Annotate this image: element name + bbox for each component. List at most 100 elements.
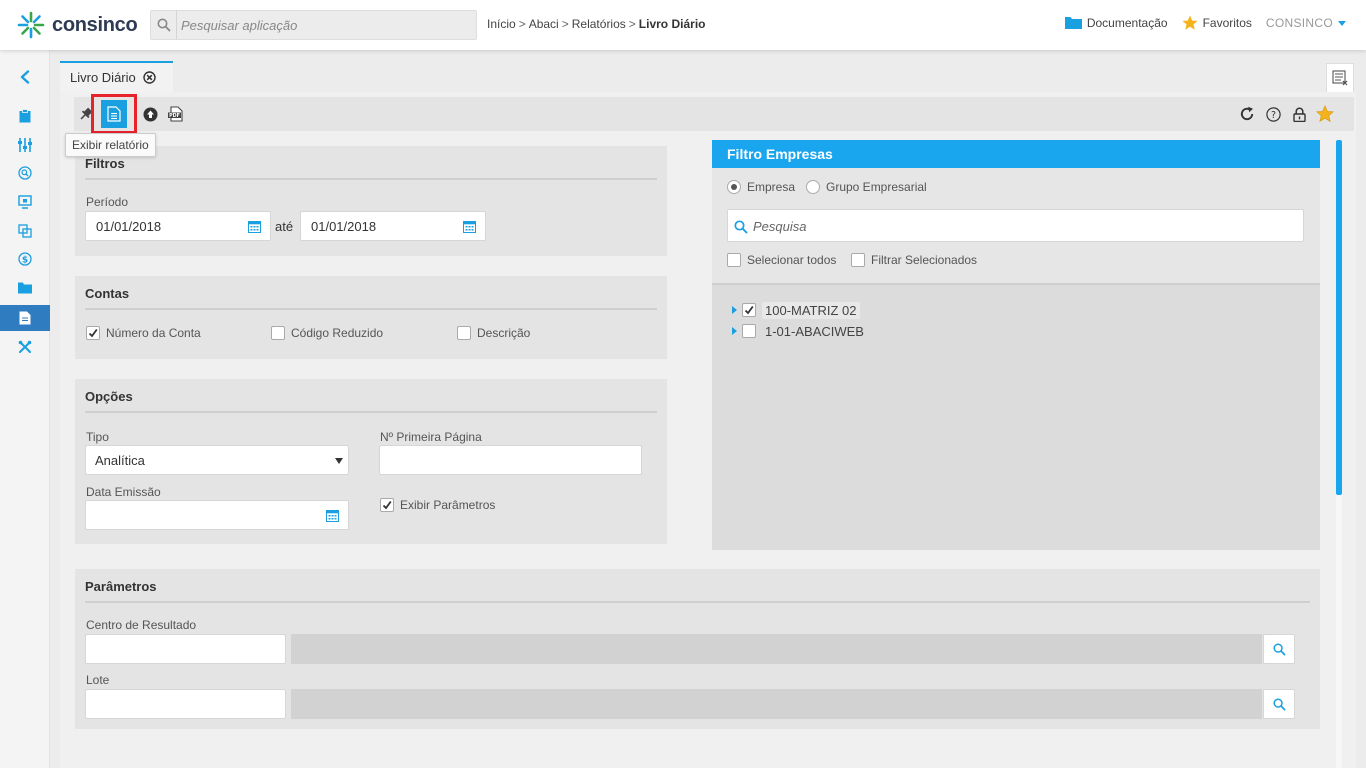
opcoes-panel: Opções Tipo Analítica Nº Primeira Página… xyxy=(75,379,667,544)
documentation-link[interactable]: Documentação xyxy=(1064,16,1168,30)
tree-item-checkbox[interactable] xyxy=(742,324,756,338)
filtro-empresas-panel: Filtro Empresas Empresa Grupo Empresaria… xyxy=(712,140,1320,550)
filtrar-selecionados-checkbox[interactable]: Filtrar Selecionados xyxy=(851,253,977,267)
scrollbar-thumb[interactable] xyxy=(1336,140,1342,495)
scrollbar[interactable] xyxy=(1336,140,1342,768)
descricao-checkbox[interactable]: Descrição xyxy=(457,326,530,340)
report-content: PDF ? Exibir relatório Filtros Período 0… xyxy=(60,92,1356,768)
tree-item[interactable]: 1-01-ABACIWEB xyxy=(732,322,867,340)
top-right-menu: Documentação Favoritos CONSINCO xyxy=(1051,15,1346,31)
user-menu[interactable]: CONSINCO xyxy=(1266,16,1346,30)
data-fim-field[interactable]: 01/01/2018 xyxy=(300,211,486,241)
tree-item-checkbox[interactable] xyxy=(742,303,756,317)
lote-code-field[interactable] xyxy=(85,689,286,719)
sidebar-item-clipboard[interactable] xyxy=(0,103,50,129)
folder-icon xyxy=(1064,17,1082,29)
chevron-down-icon xyxy=(1338,20,1346,26)
lock-button[interactable] xyxy=(1287,97,1311,131)
tree-item[interactable]: 100-MATRIZ 02 xyxy=(732,301,860,319)
empresa-search-input[interactable] xyxy=(753,218,1293,234)
sidebar-item-finance[interactable]: $ xyxy=(0,246,50,272)
radio-empresa[interactable]: Empresa xyxy=(727,180,795,194)
data-emissao-field[interactable] xyxy=(85,500,349,530)
app-search[interactable] xyxy=(150,10,477,40)
sliders-icon xyxy=(18,138,32,152)
document-icon xyxy=(107,106,121,122)
tab-livro-diario[interactable]: Livro Diário xyxy=(60,61,173,92)
upload-icon xyxy=(143,107,157,121)
sidebar-item-reports[interactable] xyxy=(0,305,50,331)
filtros-panel: Filtros Período 01/01/2018 até 01/01/201… xyxy=(75,146,667,256)
favorite-button[interactable] xyxy=(1313,97,1337,131)
calendar-icon[interactable] xyxy=(248,220,261,233)
tooltip: Exibir relatório xyxy=(65,133,156,157)
svg-text:$: $ xyxy=(22,255,28,265)
periodo-label: Período xyxy=(86,195,129,209)
svg-text:PDF: PDF xyxy=(169,113,180,119)
calendar-icon[interactable] xyxy=(326,509,339,522)
upload-button[interactable] xyxy=(138,97,162,131)
sidebar-item-search[interactable] xyxy=(0,160,50,186)
radio-grupo-empresarial[interactable]: Grupo Empresarial xyxy=(806,180,927,194)
show-report-button[interactable] xyxy=(91,94,137,134)
lote-lookup-button[interactable] xyxy=(1263,689,1295,719)
centro-resultado-label: Centro de Resultado xyxy=(86,618,197,632)
consinco-logo-icon xyxy=(17,11,45,39)
data-fim-value: 01/01/2018 xyxy=(311,218,377,234)
dollar-icon: $ xyxy=(18,252,32,266)
clipboard-icon xyxy=(19,109,31,123)
centro-resultado-description xyxy=(291,634,1262,664)
sidebar-item-settings[interactable] xyxy=(0,132,50,158)
check-icon xyxy=(382,500,392,510)
favorites-link[interactable]: Favoritos xyxy=(1181,15,1252,31)
primeira-pagina-field[interactable] xyxy=(379,445,642,475)
sidebar-item-copy[interactable] xyxy=(0,218,50,244)
selecionar-todos-checkbox[interactable]: Selecionar todos xyxy=(727,253,836,267)
sidebar-collapse-button[interactable] xyxy=(0,64,50,90)
search-icon xyxy=(734,220,748,234)
empresa-search[interactable] xyxy=(727,209,1304,242)
exibir-parametros-checkbox[interactable]: Exibir Parâmetros xyxy=(380,498,495,512)
search-icon xyxy=(151,11,177,39)
centro-resultado-code-field[interactable] xyxy=(85,634,286,664)
calendar-icon[interactable] xyxy=(463,220,476,233)
tab-list-button[interactable] xyxy=(1326,63,1354,93)
breadcrumb-item[interactable]: Relatórios xyxy=(572,17,626,31)
top-bar: consinco Início>Abaci>Relatórios>Livro D… xyxy=(0,0,1366,50)
dropdown-arrow-icon xyxy=(335,458,343,464)
lock-icon xyxy=(1292,107,1306,122)
favorites-label: Favoritos xyxy=(1202,16,1252,30)
app-search-input[interactable] xyxy=(181,16,471,34)
monitor-icon xyxy=(18,195,32,209)
breadcrumb-item[interactable]: Início xyxy=(487,17,516,31)
centro-resultado-lookup-button[interactable] xyxy=(1263,634,1295,664)
toolbar: PDF ? xyxy=(74,94,1354,134)
selecionar-todos-label: Selecionar todos xyxy=(747,253,837,267)
numero-conta-checkbox[interactable]: Número da Conta xyxy=(86,326,201,340)
export-pdf-button[interactable]: PDF xyxy=(164,97,188,131)
ate-label: até xyxy=(275,219,294,234)
refresh-icon xyxy=(1240,106,1254,121)
breadcrumb-item[interactable]: Abaci xyxy=(529,17,559,31)
help-button[interactable]: ? xyxy=(1261,97,1285,131)
tipo-select[interactable]: Analítica xyxy=(85,445,349,475)
brand-logo[interactable]: consinco xyxy=(16,10,138,40)
exibir-parametros-label: Exibir Parâmetros xyxy=(400,498,496,512)
codigo-reduzido-checkbox[interactable]: Código Reduzido xyxy=(271,326,383,340)
sidebar-item-monitor[interactable] xyxy=(0,189,50,215)
copy-icon xyxy=(18,224,32,238)
filtros-title: Filtros xyxy=(85,156,125,171)
check-icon xyxy=(744,305,754,315)
data-emissao-label: Data Emissão xyxy=(86,485,161,499)
refresh-button[interactable] xyxy=(1235,97,1259,131)
check-icon xyxy=(88,328,98,338)
expand-arrow-icon[interactable] xyxy=(732,327,737,335)
pdf-icon: PDF xyxy=(167,106,183,122)
sidebar-item-tools[interactable] xyxy=(0,334,50,360)
expand-arrow-icon[interactable] xyxy=(732,306,737,314)
tools-icon xyxy=(18,340,32,353)
search-circle-icon xyxy=(18,166,32,180)
close-tab-icon[interactable] xyxy=(143,71,156,84)
sidebar-item-files[interactable] xyxy=(0,275,50,301)
data-inicio-field[interactable]: 01/01/2018 xyxy=(85,211,271,241)
